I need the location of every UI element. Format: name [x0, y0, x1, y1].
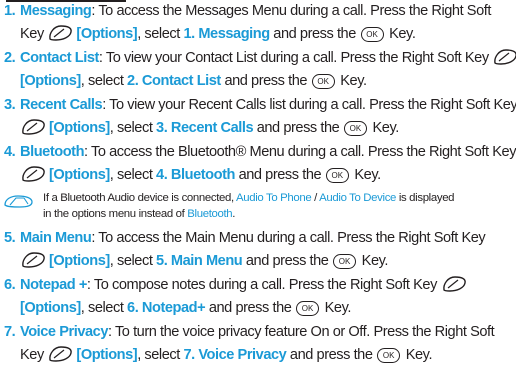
item-title: Main Menu	[20, 230, 92, 246]
item-description: : To access the Messages Menu during a c…	[91, 3, 491, 19]
options-label: [Options]	[49, 253, 110, 269]
menu-selection: 5. Main Menu	[156, 253, 243, 269]
menu-selection: 7. Voice Privacy	[183, 347, 287, 363]
right-soft-key-icon	[49, 25, 73, 41]
options-label: [Options]	[20, 73, 81, 89]
item-description: : To view your Contact List during a cal…	[98, 50, 489, 66]
ok-key-icon: OK	[325, 168, 349, 183]
menu-selection: 6. Notepad+	[127, 300, 206, 316]
options-label: [Options]	[76, 347, 138, 363]
item-number: 3.	[4, 97, 16, 113]
ok-key-icon: OK	[296, 301, 320, 316]
menu-selection: 2. Contact List	[127, 73, 221, 89]
ok-key-icon: OK	[333, 254, 357, 269]
right-soft-key-icon	[22, 252, 45, 268]
item-number: 4.	[4, 144, 16, 160]
ok-key-icon: OK	[360, 27, 384, 42]
item-description: : To access the Main Menu during a call.…	[91, 230, 486, 246]
options-label: [Options]	[76, 26, 138, 42]
item-description: : To compose notes during a call. Press …	[86, 277, 437, 293]
item-description: : To turn the voice privacy feature On o…	[108, 324, 495, 340]
ok-key-icon: OK	[311, 74, 335, 89]
note-bluetooth: Bluetooth	[187, 208, 233, 220]
item-description: : To view your Recent Calls list during …	[102, 97, 516, 113]
options-label: [Options]	[20, 300, 81, 316]
item-number: 2.	[4, 50, 16, 66]
item-title: Contact List	[20, 50, 99, 66]
options-label: [Options]	[49, 120, 110, 136]
note-icon	[4, 195, 33, 208]
note-audio-to-phone: Audio To Phone	[236, 192, 312, 204]
right-soft-key-icon	[49, 346, 73, 362]
ok-key-icon: OK	[377, 348, 401, 363]
right-soft-key-icon	[22, 166, 45, 182]
right-soft-key-icon	[22, 119, 45, 135]
menu-selection: 3. Recent Calls	[156, 120, 254, 136]
item-title: Recent Calls	[20, 97, 103, 113]
item-number: 5.	[4, 230, 16, 246]
right-soft-key-icon	[494, 49, 516, 65]
right-soft-key-icon	[442, 276, 466, 292]
item-description: : To access the Bluetooth® Menu during a…	[84, 144, 516, 160]
item-number: 1.	[4, 3, 16, 19]
menu-selection: 4. Bluetooth	[156, 167, 235, 183]
item-title: Messaging	[20, 3, 92, 19]
item-title: Notepad +	[20, 277, 87, 293]
menu-selection: 1. Messaging	[183, 26, 270, 42]
item-title: Voice Privacy	[20, 324, 108, 340]
item-number: 7.	[4, 324, 16, 340]
options-label: [Options]	[49, 167, 110, 183]
ok-key-icon: OK	[343, 121, 367, 136]
note-audio-to-device: Audio To Device	[319, 192, 397, 204]
item-number: 6.	[4, 277, 16, 293]
item-title: Bluetooth	[20, 144, 85, 160]
